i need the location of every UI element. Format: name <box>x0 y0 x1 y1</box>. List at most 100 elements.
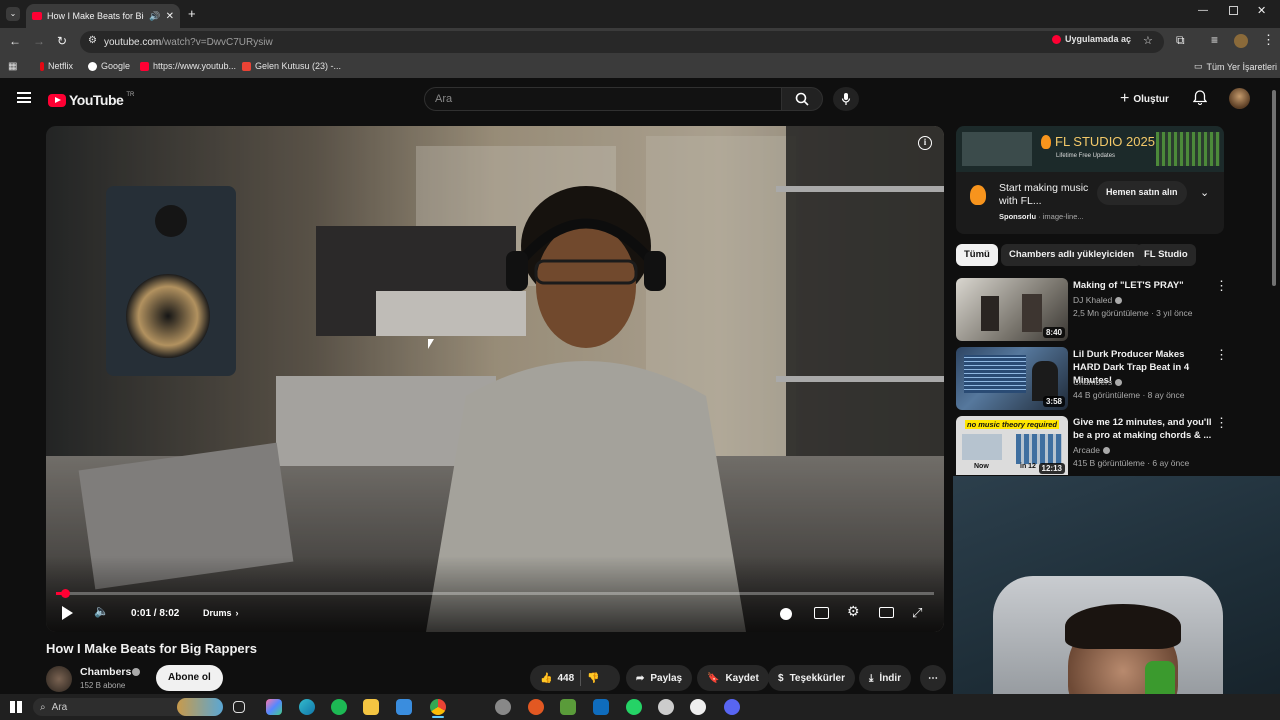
windows-start-icon[interactable] <box>10 701 22 713</box>
like-button[interactable]: 👍 448 <box>540 673 574 684</box>
bookmark-icon: 🔖 <box>707 672 720 684</box>
video-player[interactable]: i 🔈 0:01 / 8:02 Drums › ⚙ ⤢ <box>46 126 944 632</box>
discord-icon[interactable] <box>724 699 740 715</box>
search-button[interactable] <box>781 87 823 111</box>
settings-gear-icon[interactable]: ⚙ <box>847 603 860 620</box>
recommendation-channel[interactable]: Arcade <box>1073 445 1110 455</box>
youtube-logo[interactable]: YouTube TR <box>48 92 134 108</box>
tab-close-icon[interactable]: ✕ <box>166 11 174 22</box>
search-input[interactable]: Ara <box>424 87 782 111</box>
page-scrollbar-thumb[interactable] <box>1272 90 1276 286</box>
browser-menu-icon[interactable]: ⋮ <box>1262 32 1275 48</box>
all-bookmarks-folder[interactable]: ▭ Tüm Yer İşaretleri <box>1194 61 1277 72</box>
bookmark-netflix[interactable]: Netflix <box>40 61 73 71</box>
bookmark-gmail[interactable]: Gelen Kutusu (23) -... <box>242 61 341 71</box>
channel-name[interactable]: Chambers <box>80 666 131 678</box>
more-vertical-icon[interactable] <box>1215 415 1228 431</box>
progress-scrubber[interactable] <box>61 589 70 598</box>
autoplay-toggle[interactable] <box>780 608 792 620</box>
more-actions-button[interactable]: ⋯ <box>920 665 946 691</box>
close-window-button[interactable]: ✕ <box>1257 4 1266 17</box>
create-button[interactable]: + Oluştur <box>1120 89 1169 109</box>
url-path: /watch?v=DwvC7URysiw <box>161 36 273 48</box>
app-icon[interactable] <box>495 699 511 715</box>
address-bar[interactable]: ⚙ youtube.com/watch?v=DwvC7URysiw Uygula… <box>80 31 1164 53</box>
media-control-icon[interactable]: ≡ <box>1211 33 1218 47</box>
ad-text: Start making music with FL... <box>999 182 1089 207</box>
audio-playing-icon[interactable]: 🔊 <box>149 11 160 22</box>
account-avatar[interactable] <box>1229 88 1250 109</box>
file-explorer-icon[interactable] <box>363 699 379 715</box>
chapter-button[interactable]: Drums › <box>203 608 239 618</box>
ad-banner[interactable]: FL STUDIO 2025 Lifetime Free Updates <box>956 126 1224 172</box>
subscribe-button[interactable]: Abone ol <box>156 665 223 691</box>
recommendation-thumbnail[interactable]: 3:58 <box>956 347 1068 410</box>
reload-icon[interactable]: ↻ <box>57 34 67 48</box>
ad-sponsor-line: Sponsorlu · image-line... <box>999 212 1084 221</box>
profile-avatar-icon[interactable] <box>1234 34 1248 48</box>
subtitles-icon[interactable] <box>814 607 829 619</box>
bookmark-youtube[interactable]: https://www.youtub... <box>140 61 236 71</box>
chip-all[interactable]: Tümü <box>956 244 998 266</box>
chip-fl-studio[interactable]: FL Studio <box>1136 244 1196 266</box>
chrome-icon[interactable] <box>430 699 446 715</box>
recommendation-thumbnail[interactable]: 8:40 <box>956 278 1068 341</box>
youtube-favicon-icon <box>32 12 42 20</box>
edge-icon[interactable] <box>299 699 315 715</box>
extensions-icon[interactable]: ⧉ <box>1176 33 1185 48</box>
more-vertical-icon[interactable] <box>1215 278 1228 294</box>
copilot-icon[interactable] <box>266 699 282 715</box>
back-arrow-icon[interactable]: ← <box>9 34 21 48</box>
recommendation-title[interactable]: Making of "LET'S PRAY" <box>1073 279 1213 292</box>
chip-from-uploader[interactable]: Chambers adlı yükleyiciden <box>1001 244 1143 266</box>
minimize-button[interactable]: — <box>1198 5 1208 16</box>
tab-search-button[interactable]: ⌄ <box>6 7 20 21</box>
minecraft-icon[interactable] <box>560 699 576 715</box>
forward-arrow-icon[interactable]: → <box>33 34 45 48</box>
fullscreen-icon[interactable]: ⤢ <box>912 605 922 621</box>
ad-cta-button[interactable]: Hemen satın alın <box>1097 181 1187 205</box>
thumbs-down-icon[interactable]: 👎 <box>587 673 599 684</box>
app-icon[interactable] <box>528 699 544 715</box>
site-info-icon[interactable]: ⚙ <box>88 35 97 46</box>
whatsapp-icon[interactable] <box>626 699 642 715</box>
apps-grid-icon[interactable]: ▦ <box>8 61 17 72</box>
outlook-icon[interactable] <box>593 699 609 715</box>
chevron-down-icon[interactable]: ⌄ <box>1200 186 1209 199</box>
progress-bar[interactable] <box>56 589 934 598</box>
bookmark-label: Google <box>101 61 131 71</box>
store-icon[interactable] <box>396 699 412 715</box>
taskbar-search[interactable]: ⌕ Ara <box>33 698 223 716</box>
play-button[interactable] <box>62 606 73 620</box>
app-icon[interactable] <box>690 699 706 715</box>
bookmark-google[interactable]: Google <box>88 61 130 71</box>
browser-tab-active[interactable]: How I Make Beats for Big R 🔊 ✕ <box>26 4 180 28</box>
share-button[interactable]: ➦ Paylaş <box>626 665 693 691</box>
active-app-indicator <box>432 716 444 718</box>
volume-icon[interactable]: 🔈 <box>94 604 109 618</box>
hamburger-menu-icon[interactable] <box>17 92 31 103</box>
recommendation-thumbnail[interactable]: no music theory required Now in 12 12:13 <box>956 416 1068 475</box>
recommendation-channel[interactable]: DJ Khaled <box>1073 295 1123 305</box>
more-vertical-icon[interactable] <box>1215 347 1228 363</box>
video-info-icon[interactable]: i <box>918 136 932 150</box>
thanks-button[interactable]: $ Teşekkürler <box>768 665 855 691</box>
task-view-icon[interactable] <box>233 701 245 713</box>
save-button[interactable]: 🔖 Kaydet <box>697 665 769 691</box>
recommendation-title[interactable]: Give me 12 minutes, and you'll be a pro … <box>1073 416 1213 442</box>
spotify-icon[interactable] <box>331 699 347 715</box>
microphone-icon <box>841 93 851 105</box>
new-tab-button[interactable]: + <box>188 6 196 21</box>
open-in-app-button[interactable]: Uygulamada aç <box>1052 34 1131 44</box>
ad-card-body[interactable] <box>956 172 1224 234</box>
recommendation-channel[interactable]: Chambers <box>1073 377 1123 387</box>
restore-button[interactable] <box>1229 6 1238 15</box>
app-icon[interactable] <box>658 699 674 715</box>
notifications-bell-icon[interactable] <box>1192 90 1208 105</box>
channel-avatar[interactable] <box>46 666 72 692</box>
download-button[interactable]: ⤓ İndir <box>859 665 912 691</box>
gmail-icon <box>242 61 251 71</box>
bookmark-star-icon[interactable]: ☆ <box>1143 34 1153 47</box>
theater-mode-icon[interactable] <box>879 607 894 618</box>
voice-search-button[interactable] <box>833 87 859 111</box>
